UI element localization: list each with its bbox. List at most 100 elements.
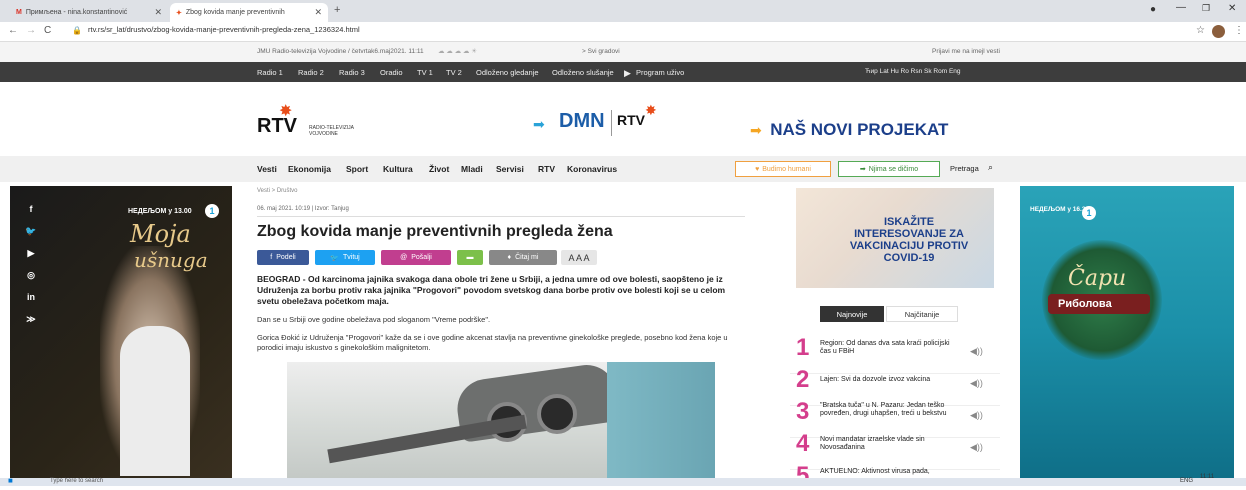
close-icon[interactable]: ✕ (314, 7, 322, 18)
play-icon: ▶ (624, 68, 631, 78)
project-arrow-icon: ➡ (750, 122, 762, 138)
search-link[interactable]: Pretraga (950, 164, 979, 173)
nav-koronavirus[interactable]: Koronavirus (567, 164, 617, 174)
tab-najcitanije[interactable]: Najčitanije (886, 306, 958, 322)
facebook-icon: f (270, 254, 273, 261)
nav-ekonomija[interactable]: Ekonomija (288, 164, 331, 174)
chat-icon: ▬ (466, 254, 474, 261)
weather-link[interactable]: > Svi gradovi (582, 48, 620, 55)
menu-dots-icon[interactable]: ⋮ (1234, 25, 1244, 36)
nav-tv1[interactable]: TV 1 (417, 68, 433, 77)
project-banner[interactable]: ➡ NAŠ NOVI PROJEKAT (750, 120, 948, 140)
email-icon: @ (400, 254, 408, 261)
message-button[interactable]: ▬ (457, 250, 483, 265)
share-facebook-button[interactable]: f Podeli (257, 250, 309, 265)
speaker-icon[interactable]: ◀)) (970, 346, 983, 357)
font-size-toggle[interactable]: A A A (561, 250, 597, 265)
nav-servisi[interactable]: Servisi (496, 164, 524, 174)
language-switcher[interactable]: Ћир Lat Hu Ro Rsn Sk Rom Eng (865, 68, 961, 75)
nav-rtv[interactable]: RTV (538, 164, 555, 174)
background-figure (607, 362, 715, 478)
nav-odlozeno-gledanje[interactable]: Odloženo gledanje (476, 68, 539, 77)
share-twitter-button[interactable]: 🐦 Tvituj (315, 250, 375, 265)
right-ad-banner[interactable]: НЕДЕЉОМ у 16.30 1 Čaрu Риболовa (1020, 186, 1234, 478)
vaccination-ad[interactable]: ISKAŽITE INTERESOVANJE ZA VAKCINACIJU PR… (796, 188, 994, 288)
youtube-icon[interactable]: ▶ (20, 248, 42, 264)
nav-oradio[interactable]: Oradio (380, 68, 403, 77)
rtv-star-icon: ✸ (645, 102, 657, 118)
windows-start-icon[interactable]: ■ (8, 476, 13, 485)
nav-radio2[interactable]: Radio 2 (298, 68, 324, 77)
weather-icons: ☁ ☁ ☁ ☁ ☀ (438, 48, 478, 55)
microscope-eyepiece (537, 394, 577, 434)
njima-se-dicimo-button[interactable]: ➡ Njima se dičimo (838, 161, 940, 177)
heart-icon: ♥ (755, 165, 760, 173)
nav-mladi[interactable]: Mladi (461, 164, 483, 174)
channel-1-icon: 1 (205, 204, 219, 218)
linkedin-icon[interactable]: in (20, 292, 42, 308)
nav-sport[interactable]: Sport (346, 164, 368, 174)
star-icon[interactable]: ☆ (1196, 25, 1205, 36)
rss-icon[interactable]: ≫ (20, 314, 42, 330)
tab-label: Zbog kovida manje preventivnih (185, 9, 285, 16)
taskbar: ■ Type here to search ENG 11:11 (0, 474, 1246, 486)
twitter-icon[interactable]: 🐦 (20, 226, 42, 242)
tab-label: Примљена - nina.konstantinović (25, 9, 128, 16)
profile-avatar[interactable] (1212, 25, 1225, 38)
send-email-button[interactable]: @ Pošalji (381, 250, 451, 265)
speaker-icon[interactable]: ◀)) (970, 442, 983, 453)
reload-icon[interactable]: C (44, 25, 51, 36)
taskbar-search-input[interactable]: Type here to search (50, 478, 103, 484)
twitter-icon: 🐦 (330, 254, 339, 262)
browser-tab-bar: M Примљена - nina.konstantinović ✕ ✦ Zbo… (0, 0, 1246, 22)
dark-nav: Radio 1 Radio 2 Radio 3 Oradio TV 1 TV 2… (0, 62, 1246, 82)
rtv-star-icon: ✸ (279, 103, 293, 120)
nav-odlozeno-slusanje[interactable]: Odloženo slušanje (552, 68, 614, 77)
news-item[interactable]: 5 AKTUELNO: Aktivnost virusa pada, (790, 462, 1000, 489)
close-window-button[interactable]: ✕ (1228, 3, 1236, 14)
dmn-arrow-icon: ➡ (533, 116, 545, 132)
date-text: JMU Radio-televizija Vojvodine / četvrta… (257, 48, 424, 55)
restore-button[interactable]: ❐ (1202, 3, 1210, 14)
speaker-icon[interactable]: ◀)) (970, 378, 983, 389)
breadcrumb[interactable]: Vesti > Društvo (257, 188, 298, 194)
main-nav: Vesti Ekonomija Sport Kultura Život Mlad… (0, 156, 1246, 182)
newsletter-link[interactable]: Prijavi me na imejl vesti (932, 48, 1000, 55)
nav-zivot[interactable]: Život (429, 164, 449, 174)
new-tab-button[interactable]: + (334, 4, 340, 16)
facebook-icon[interactable]: f (20, 204, 42, 220)
article-title: Zbog kovida manje preventivnih pregleda … (257, 223, 613, 240)
tab-gmail[interactable]: M Примљена - nina.konstantinović ✕ (10, 3, 168, 22)
address-bar: ← → C 🔒 rtv.rs/sr_lat/drustvo/zbog-kovid… (0, 22, 1246, 42)
presenter-shirt (120, 326, 190, 476)
minimize-button[interactable]: — (1176, 2, 1186, 13)
nav-radio3[interactable]: Radio 3 (339, 68, 365, 77)
article-paragraph: Gorica Đokić iz Udruženja "Progovori" ka… (257, 333, 728, 352)
nav-program-uzivo[interactable]: Program uživo (636, 68, 684, 77)
budimo-humani-button[interactable]: ♥ Budimo humani (735, 161, 831, 177)
clock[interactable]: 11:11 (1200, 474, 1214, 480)
speaker-icon[interactable]: ◀)) (970, 410, 983, 421)
tab-najnovije[interactable]: Najnovije (820, 306, 884, 322)
search-icon[interactable]: ⌕ (988, 162, 993, 173)
nav-kultura[interactable]: Kultura (383, 164, 413, 174)
rtv-logo[interactable]: RTV ✸ RADIO-TELEVIZIJA VOJVODINE (257, 103, 354, 138)
record-icon[interactable]: ● (1150, 4, 1156, 15)
nav-vesti[interactable]: Vesti (257, 164, 277, 174)
back-arrow-icon[interactable]: ← (8, 25, 18, 36)
instagram-icon[interactable]: ◎ (20, 270, 42, 286)
nav-tv2[interactable]: TV 2 (446, 68, 462, 77)
tab-rtv[interactable]: ✦ Zbog kovida manje preventivnih ✕ (170, 3, 328, 22)
article-photo (287, 362, 715, 478)
channel-1-icon: 1 (1082, 206, 1096, 220)
gmail-icon: M (16, 9, 22, 16)
article-paragraph: Dan se u Srbiji ove godine obeležava pod… (257, 315, 491, 324)
close-icon[interactable]: ✕ (154, 7, 162, 18)
forward-arrow-icon[interactable]: → (26, 25, 36, 36)
lock-icon[interactable]: 🔒 (72, 26, 82, 35)
read-aloud-button[interactable]: ♦ Čitaj mi (489, 250, 557, 265)
nav-radio1[interactable]: Radio 1 (257, 68, 283, 77)
left-ad-banner[interactable]: НЕДЕЉОМ у 13.00 1 Moja ušnuga f 🐦 ▶ ◎ in… (10, 186, 232, 478)
url-field[interactable]: rtv.rs/sr_lat/drustvo/zbog-kovida-manje-… (88, 25, 360, 34)
logo-bar: RTV ✸ RADIO-TELEVIZIJA VOJVODINE ➡ DMN R… (0, 82, 1246, 156)
